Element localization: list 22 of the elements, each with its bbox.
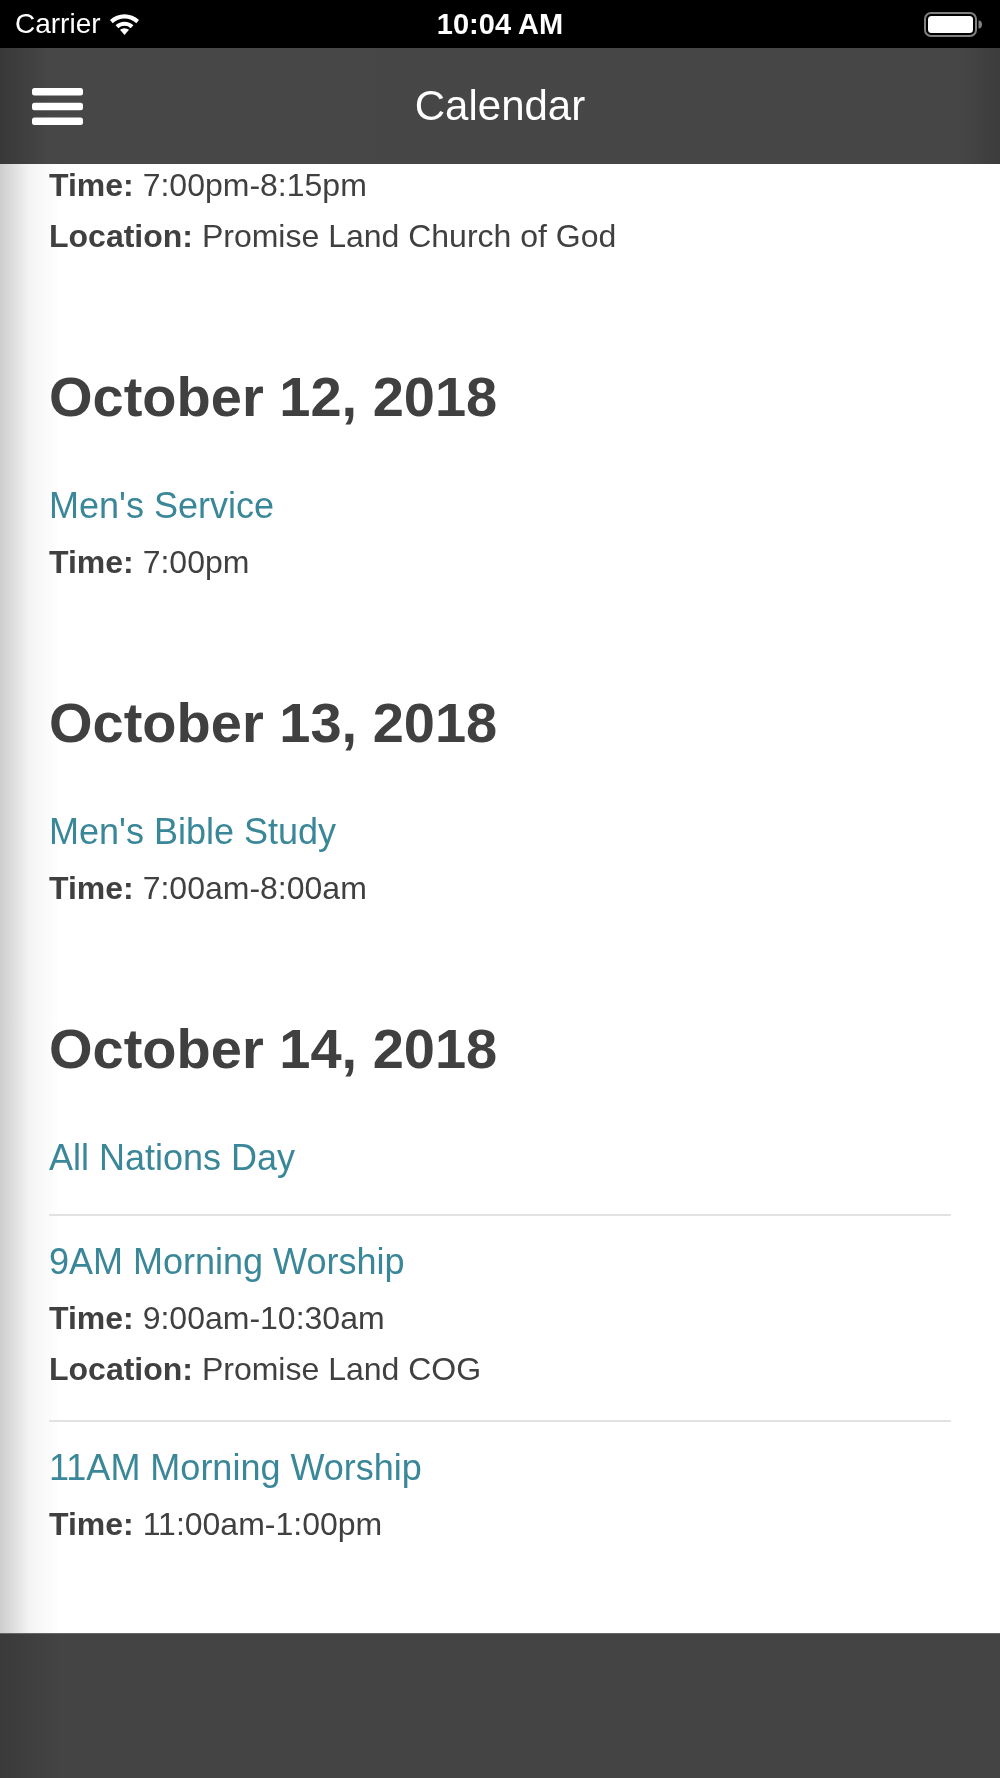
event-link[interactable]: Men's Service — [49, 475, 274, 537]
event-link[interactable]: All Nations Day — [49, 1127, 296, 1189]
menu-button[interactable] — [32, 88, 83, 125]
event-link[interactable]: 11AM Morning Worship — [49, 1437, 422, 1499]
wifi-icon — [108, 13, 140, 35]
event-link[interactable]: Men's Bible Study — [49, 801, 336, 863]
date-heading: October 14, 2018 — [49, 1017, 499, 1081]
event-detail: Time: 7:00pm — [49, 543, 250, 582]
date-heading: October 13, 2018 — [49, 691, 499, 755]
menu-icon — [32, 88, 83, 125]
battery-icon — [924, 11, 982, 37]
status-time: 10:04 AM — [436, 8, 564, 40]
event-detail: Location: Promise Land Church of God — [49, 217, 617, 256]
header-title: Calendar — [414, 81, 586, 131]
event-detail: Time: 11:00am-1:00pm — [49, 1505, 383, 1544]
event-detail: Location: Promise Land COG — [49, 1350, 482, 1389]
event-detail: Time: 7:00pm-8:15pm — [49, 166, 367, 205]
carrier-name: Carrier — [15, 8, 101, 40]
date-heading: October 12, 2018 — [49, 365, 499, 429]
event-detail: Time: 7:00am-8:00am — [49, 869, 367, 908]
event-link[interactable]: 9AM Morning Worship — [49, 1231, 405, 1293]
event-detail: Time: 9:00am-10:30am — [49, 1299, 385, 1338]
